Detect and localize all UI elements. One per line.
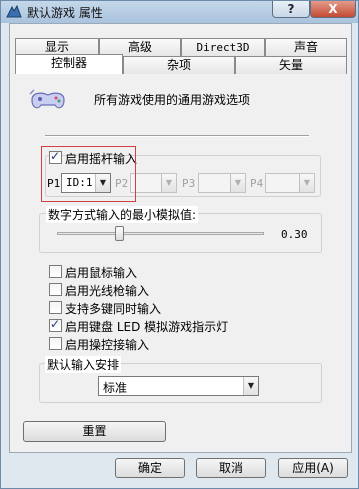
port-p4-label: P4 — [250, 177, 264, 190]
reset-button[interactable]: 重置 — [23, 421, 166, 442]
tab-controller[interactable]: 控制器 — [15, 54, 123, 74]
analog-min-label: 数字方式输入的最小模拟值: — [46, 206, 199, 223]
analog-min-slider-track[interactable] — [57, 232, 264, 235]
properties-window: 默认游戏 属性 ? X 显示 高级 Direct3D 声音 控制器 杂项 矢量 … — [0, 0, 359, 489]
analog-min-value: 0.30 — [281, 228, 308, 241]
tab-misc[interactable]: 杂项 — [123, 56, 235, 74]
apply-button[interactable]: 应用(A) — [278, 458, 348, 478]
port-p3-label: P3 — [182, 177, 196, 190]
control-panel-checkbox[interactable] — [49, 337, 62, 350]
keyboard-led-checkbox[interactable] — [49, 317, 62, 332]
multikey-input-checkbox[interactable] — [49, 301, 62, 314]
port-p2-select[interactable]: ▼ — [130, 173, 177, 193]
chevron-down-icon: ▼ — [299, 174, 314, 192]
tab-direct3d[interactable]: Direct3D — [181, 38, 265, 56]
default-input-label: 默认输入安排 — [45, 356, 122, 373]
default-input-value: 标准 — [103, 381, 128, 395]
chevron-down-icon: ▼ — [161, 174, 176, 192]
mouse-input-checkbox[interactable] — [49, 265, 62, 278]
port-p3-select[interactable]: ▼ — [198, 173, 246, 193]
close-button[interactable]: X — [310, 1, 356, 18]
controller-heading: 所有游戏使用的通用游戏选项 — [94, 93, 251, 107]
control-panel-label: 启用操控接输入 — [65, 338, 150, 352]
port-p4-select[interactable]: ▼ — [265, 173, 315, 193]
title-bar[interactable]: 默认游戏 属性 ? X — [1, 1, 358, 23]
separator-line — [45, 135, 309, 137]
default-input-select[interactable]: 标准 ▼ — [98, 376, 259, 396]
cancel-button[interactable]: 取消 — [196, 458, 266, 478]
multikey-input-label: 支持多键同时输入 — [65, 302, 162, 316]
tab-vector[interactable]: 矢量 — [235, 56, 347, 74]
keyboard-led-label: 启用键盘 LED 模拟游戏指示灯 — [65, 320, 229, 334]
tab-sound[interactable]: 声音 — [265, 38, 347, 56]
chevron-down-icon: ▼ — [243, 377, 258, 395]
window-title: 默认游戏 属性 — [27, 6, 103, 20]
lightgun-input-label: 启用光线枪输入 — [65, 284, 150, 298]
chevron-down-icon: ▼ — [230, 174, 245, 192]
mouse-input-label: 启用鼠标输入 — [65, 266, 138, 280]
highlight-frame — [41, 146, 136, 202]
lightgun-input-checkbox[interactable] — [49, 283, 62, 296]
analog-min-slider-thumb[interactable] — [115, 226, 125, 241]
gamepad-icon — [29, 89, 65, 109]
app-icon — [6, 5, 22, 18]
help-button[interactable]: ? — [272, 1, 310, 18]
ok-button[interactable]: 确定 — [115, 458, 185, 478]
